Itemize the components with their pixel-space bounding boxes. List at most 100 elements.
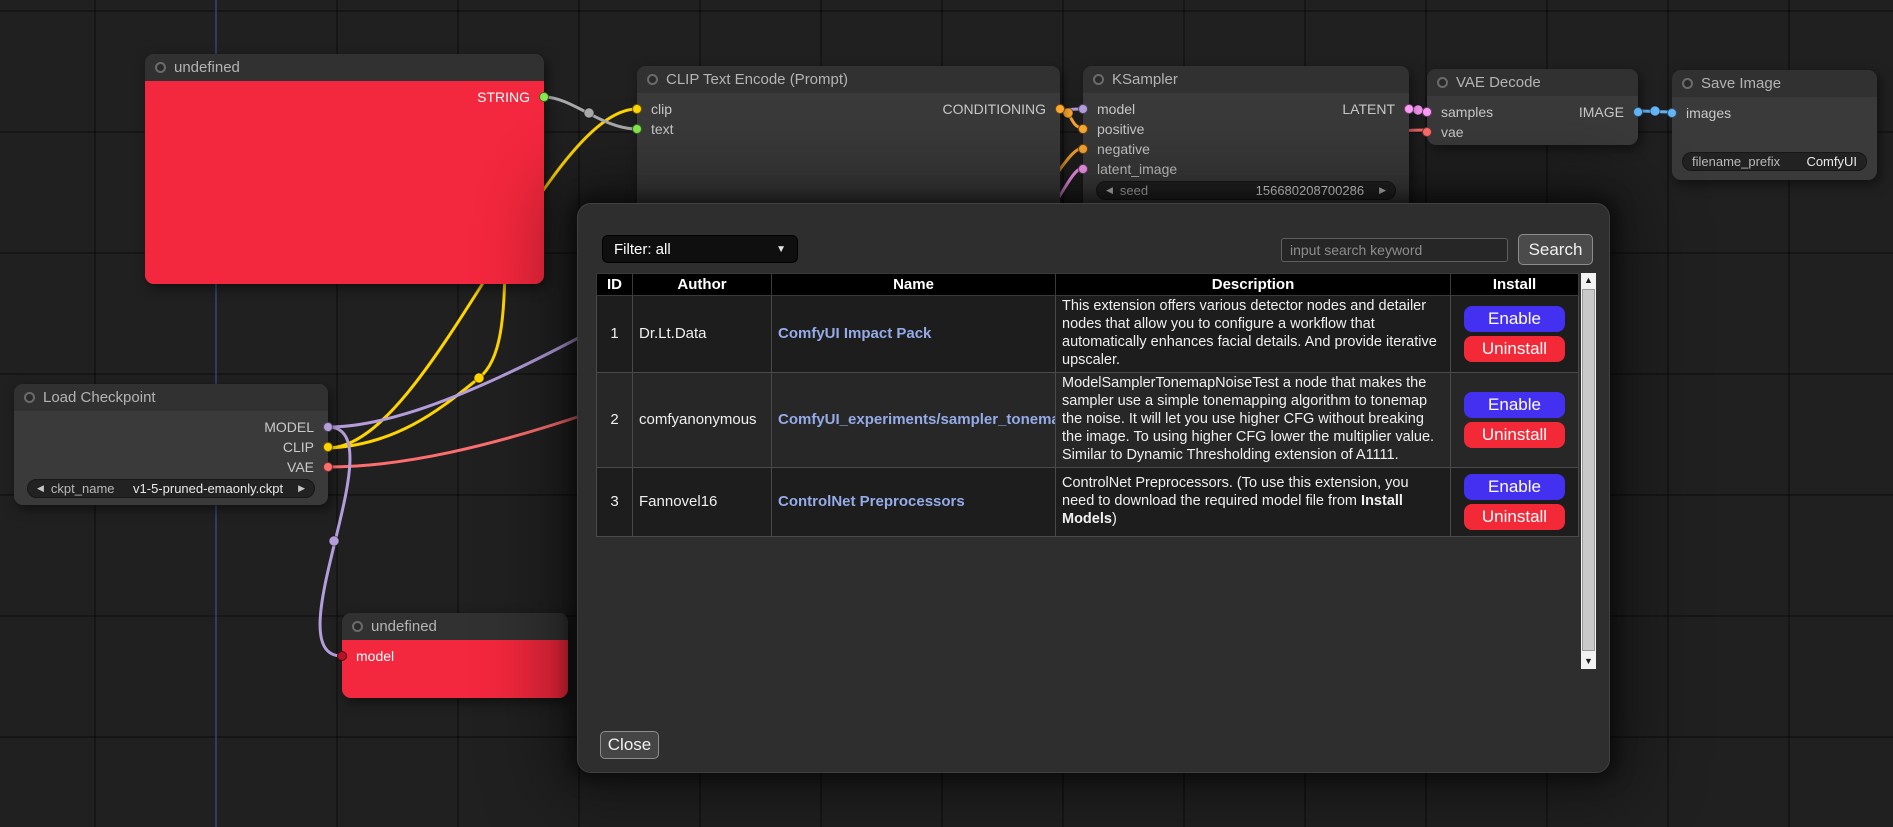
header-author: Author — [633, 274, 772, 296]
model-input-dot[interactable] — [1078, 104, 1088, 114]
node-collapse-dot[interactable] — [647, 74, 658, 85]
image-output-dot[interactable] — [1633, 107, 1643, 117]
header-description: Description — [1056, 274, 1451, 296]
input-label-model: model — [1097, 101, 1135, 117]
seed-widget[interactable]: ◀ seed 156680208700286 ▶ — [1096, 181, 1396, 200]
node-title-bar: CLIP Text Encode (Prompt) — [637, 66, 1060, 93]
search-input[interactable] — [1281, 238, 1508, 262]
seed-widget-label: seed — [1120, 183, 1148, 198]
filename-prefix-value: ComfyUI — [1806, 154, 1857, 169]
node-collapse-dot[interactable] — [1437, 77, 1448, 88]
node-collapse-dot[interactable] — [352, 621, 363, 632]
latent-image-input-dot[interactable] — [1078, 164, 1088, 174]
node-body: images — [1672, 97, 1877, 123]
filename-prefix-widget[interactable]: filename_prefix ComfyUI — [1682, 152, 1867, 171]
node-title-text: Save Image — [1701, 75, 1781, 92]
node-title-bar: undefined — [342, 613, 568, 640]
scrollbar-up-arrow-icon[interactable]: ▲ — [1581, 273, 1596, 288]
table-header-row: ID Author Name Description Install — [597, 274, 1579, 296]
extension-link[interactable]: ComfyUI_experiments/sampler_tonemap — [778, 411, 1056, 428]
samples-input-dot[interactable] — [1422, 107, 1432, 117]
string-output-dot[interactable] — [539, 92, 549, 102]
node-load-checkpoint[interactable]: Load Checkpoint MODEL CLIP VAE ◀ ckpt_na… — [14, 384, 328, 505]
ckpt-name-label: ckpt_name — [51, 481, 115, 496]
node-save-image[interactable]: Save Image images filename_prefix ComfyU… — [1672, 70, 1877, 180]
input-label-latent-image: latent_image — [1097, 161, 1177, 177]
cell-author: comfyanonymous — [633, 372, 772, 467]
uninstall-button[interactable]: Uninstall — [1464, 336, 1565, 362]
node-title-bar: Save Image — [1672, 70, 1877, 97]
node-collapse-dot[interactable] — [1682, 78, 1693, 89]
enable-button[interactable]: Enable — [1464, 306, 1565, 332]
enable-button[interactable]: Enable — [1464, 474, 1565, 500]
node-title-bar: VAE Decode — [1427, 69, 1638, 96]
close-button[interactable]: Close — [600, 731, 659, 759]
link-dot — [329, 536, 339, 546]
node-body: model LATENT positive negative latent_im… — [1083, 93, 1409, 179]
cell-id: 3 — [597, 467, 633, 536]
chevron-down-icon: ▼ — [776, 244, 786, 255]
input-label-text: text — [651, 121, 674, 137]
input-label-samples: samples — [1441, 104, 1493, 120]
cell-install: Enable Uninstall — [1451, 467, 1579, 536]
widget-right-arrow-icon[interactable]: ▶ — [1379, 181, 1386, 200]
node-body: STRING — [145, 81, 544, 284]
conditioning-output-dot[interactable] — [1055, 104, 1065, 114]
table-scrollbar[interactable]: ▲ ▼ — [1581, 273, 1596, 669]
positive-input-dot[interactable] — [1078, 124, 1088, 134]
node-undefined-bottom[interactable]: undefined model — [342, 613, 568, 698]
output-label-conditioning: CONDITIONING — [943, 101, 1046, 117]
table-row: 1 Dr.Lt.Data ComfyUI Impact Pack This ex… — [597, 296, 1579, 373]
input-label-positive: positive — [1097, 121, 1144, 137]
input-label-negative: negative — [1097, 141, 1150, 157]
images-input-dot[interactable] — [1667, 108, 1677, 118]
widget-right-arrow-icon[interactable]: ▶ — [298, 479, 305, 498]
clip-input-dot[interactable] — [632, 104, 642, 114]
node-title-bar: Load Checkpoint — [14, 384, 328, 411]
extension-link[interactable]: ComfyUI Impact Pack — [778, 325, 931, 342]
uninstall-button[interactable]: Uninstall — [1464, 422, 1565, 448]
extension-link[interactable]: ControlNet Preprocessors — [778, 493, 965, 510]
link-dot — [1650, 106, 1660, 116]
output-label-model: MODEL — [264, 419, 314, 435]
node-body: samples IMAGE vae — [1427, 96, 1638, 142]
cell-description: ControlNet Preprocessors. (To use this e… — [1056, 467, 1451, 536]
cell-description: This extension offers various detector n… — [1056, 296, 1451, 373]
input-label-vae: vae — [1441, 124, 1464, 140]
node-vae-decode[interactable]: VAE Decode samples IMAGE vae — [1427, 69, 1638, 145]
clip-output-dot[interactable] — [323, 442, 333, 452]
table-row: 3 Fannovel16 ControlNet Preprocessors Co… — [597, 467, 1579, 536]
negative-input-dot[interactable] — [1078, 144, 1088, 154]
node-title-text: Load Checkpoint — [43, 389, 156, 406]
graph-canvas[interactable]: undefined STRING CLIP Text Encode (Promp… — [0, 0, 1893, 827]
input-label-images: images — [1686, 105, 1731, 121]
node-body: model — [342, 640, 568, 698]
model-output-dot[interactable] — [323, 422, 333, 432]
latent-output-dot[interactable] — [1404, 104, 1414, 114]
node-collapse-dot[interactable] — [1093, 74, 1104, 85]
vae-output-dot[interactable] — [323, 462, 333, 472]
node-body: MODEL CLIP VAE — [14, 411, 328, 477]
ckpt-name-widget[interactable]: ◀ ckpt_name v1-5-pruned-emaonly.ckpt ▶ — [27, 479, 315, 498]
output-label-string: STRING — [477, 89, 530, 105]
seed-widget-value: 156680208700286 — [1256, 183, 1364, 198]
scrollbar-thumb[interactable] — [1582, 289, 1595, 651]
model-input-dot[interactable] — [337, 651, 347, 661]
filter-select[interactable]: Filter: all ▼ — [602, 235, 798, 263]
enable-button[interactable]: Enable — [1464, 392, 1565, 418]
search-button[interactable]: Search — [1518, 234, 1593, 265]
input-label-clip: clip — [651, 101, 672, 117]
node-body: clip CONDITIONING text — [637, 93, 1060, 139]
node-title-text: CLIP Text Encode (Prompt) — [666, 71, 848, 88]
cell-description: ModelSamplerTonemapNoiseTest a node that… — [1056, 372, 1451, 467]
node-collapse-dot[interactable] — [155, 62, 166, 73]
uninstall-button[interactable]: Uninstall — [1464, 504, 1565, 530]
widget-left-arrow-icon[interactable]: ◀ — [1106, 181, 1113, 200]
node-undefined-top[interactable]: undefined STRING — [145, 54, 544, 284]
output-label-latent: LATENT — [1342, 101, 1395, 117]
vae-input-dot[interactable] — [1422, 127, 1432, 137]
scrollbar-down-arrow-icon[interactable]: ▼ — [1581, 654, 1596, 669]
widget-left-arrow-icon[interactable]: ◀ — [37, 479, 44, 498]
node-collapse-dot[interactable] — [24, 392, 35, 403]
text-input-dot[interactable] — [632, 124, 642, 134]
